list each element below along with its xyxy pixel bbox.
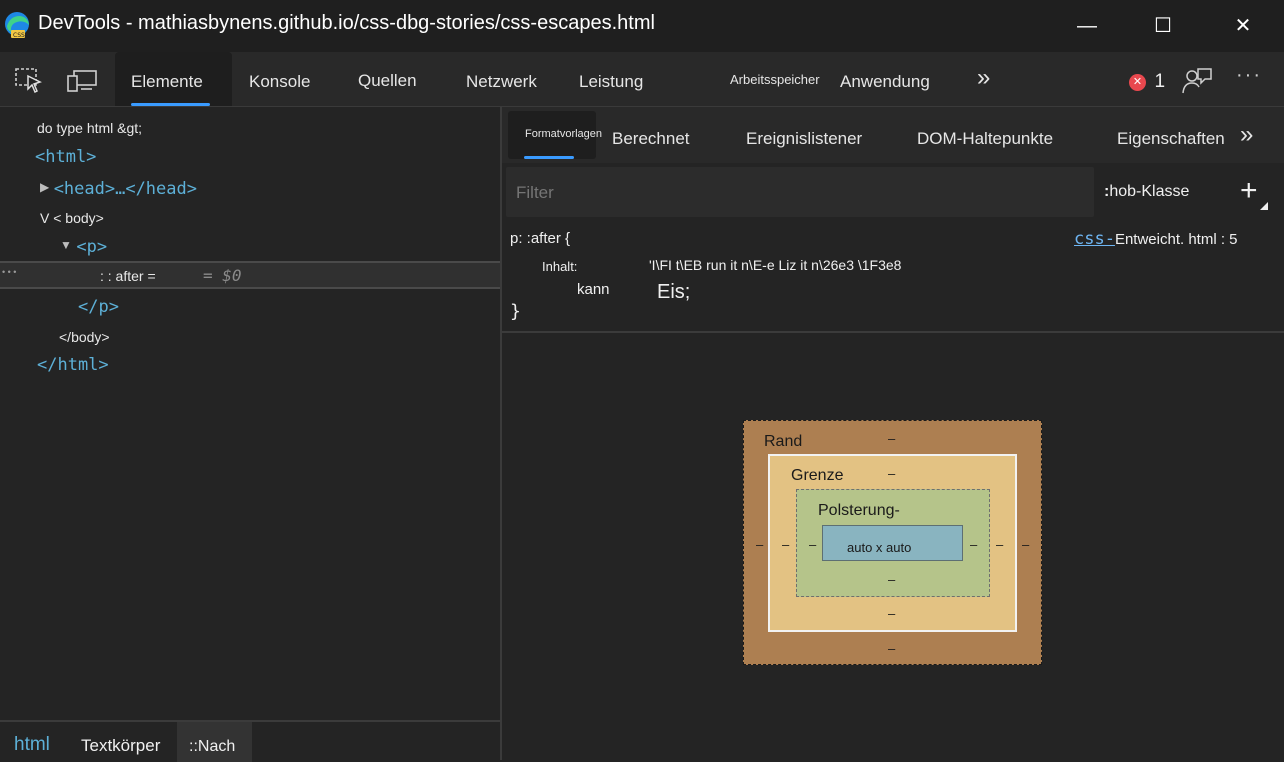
property-name-content[interactable]: Inhalt: xyxy=(542,259,577,274)
tab-netzwerk[interactable]: Netzwerk xyxy=(466,52,537,106)
p-node[interactable]: ▼ <p> xyxy=(60,237,107,257)
p-close-node[interactable]: </p> xyxy=(78,297,119,317)
hov-cls-label: hob-Klasse xyxy=(1109,183,1190,200)
breadcrumb-body[interactable]: Textkörper xyxy=(81,736,160,756)
styles-filter-input[interactable] xyxy=(506,167,1094,217)
elements-tree: do type html &gt; <html> ▶ <head>…</head… xyxy=(0,107,500,720)
body-close-node[interactable]: </body> xyxy=(59,329,110,345)
styles-subtabs: Formatvorlagen Berechnet Ereignislistene… xyxy=(502,107,1284,163)
tab-elemente[interactable]: Elemente xyxy=(115,52,232,106)
content-size[interactable]: auto x auto xyxy=(847,540,911,555)
after-pseudo-node: : : after = xyxy=(100,268,156,284)
tab-dom-haltepunkte[interactable]: DOM-Haltepunkte xyxy=(917,107,1053,163)
html-open-node[interactable]: <html> xyxy=(35,147,96,167)
padding-bottom-value[interactable]: – xyxy=(888,572,895,587)
html-close-node[interactable]: </html> xyxy=(37,355,109,375)
plus-icon: + xyxy=(1240,174,1258,207)
selected-row[interactable]: • • • : : after = = $0 xyxy=(0,261,500,289)
breadcrumb-html[interactable]: html xyxy=(14,734,50,756)
more-tabs-button[interactable]: » xyxy=(977,52,990,106)
tab-formatvorlagen-label: Formatvorlagen xyxy=(525,128,603,140)
inspect-icon[interactable] xyxy=(14,66,44,94)
margin-left-value[interactable]: – xyxy=(756,537,763,552)
tab-arbeitsspeicher[interactable]: Arbeitsspeicher xyxy=(730,52,820,106)
tab-quellen[interactable]: Quellen xyxy=(358,52,417,106)
title-bar: CSS DevTools - mathiasbynens.github.io/c… xyxy=(0,0,1284,52)
device-emulation-icon[interactable] xyxy=(66,68,98,94)
border-label: Grenze xyxy=(791,467,844,484)
breadcrumb-after[interactable]: ::Nach xyxy=(177,722,252,762)
new-style-rule-button[interactable]: + xyxy=(1240,174,1270,214)
head-node[interactable]: ▶ <head>…</head> xyxy=(40,179,197,199)
tab-eigenschaften[interactable]: Eigenschaften xyxy=(1117,107,1225,163)
error-count: 1 xyxy=(1154,71,1166,92)
border-right-value[interactable]: – xyxy=(996,537,1003,552)
p-node-label: <p> xyxy=(76,237,108,257)
rule-source-link[interactable]: css-Entweicht. html : 5 xyxy=(1074,229,1238,249)
body-node[interactable]: V < body> xyxy=(40,210,104,226)
tab-berechnet[interactable]: Berechnet xyxy=(612,107,690,163)
hov-cls-toggle[interactable]: :hob-Klasse xyxy=(1104,183,1189,201)
property-value-eis[interactable]: Eis; xyxy=(657,281,690,304)
error-badge[interactable]: ✕ 1 xyxy=(1129,71,1165,95)
feedback-icon[interactable] xyxy=(1181,66,1213,96)
rule-selector[interactable]: p: :after { xyxy=(510,230,570,247)
padding-right-value[interactable]: – xyxy=(970,537,977,552)
breadcrumb: html Textkörper ::Nach xyxy=(0,720,500,762)
property-name-kann[interactable]: kann xyxy=(577,281,610,298)
main-toolbar: Elemente Konsole Quellen Netzwerk Leistu… xyxy=(0,52,1284,107)
row-dots[interactable]: • • • xyxy=(2,267,16,277)
collapse-triangle-icon[interactable]: ▼ xyxy=(60,238,72,252)
margin-top-value[interactable]: – xyxy=(888,431,895,446)
dollar-zero-hint: = $0 xyxy=(203,266,242,285)
rule-source-link-prefix: css- xyxy=(1074,229,1115,249)
style-rules: p: :after { css-Entweicht. html : 5 Inha… xyxy=(502,221,1284,333)
margin-bottom-value[interactable]: – xyxy=(888,641,895,656)
active-subtab-indicator xyxy=(524,156,574,159)
padding-label: Polsterung- xyxy=(818,502,900,519)
tab-formatvorlagen[interactable]: Formatvorlagen xyxy=(508,111,602,159)
property-value-content[interactable]: 'I\FI t\EB run it n\E-e Liz it n\26e3 \1… xyxy=(649,257,901,273)
border-top-value[interactable]: – xyxy=(888,466,895,481)
border-bottom-value[interactable]: – xyxy=(888,606,895,621)
window-title: DevTools - mathiasbynens.github.io/css-d… xyxy=(38,12,655,34)
tab-leistung[interactable]: Leistung xyxy=(579,52,643,106)
svg-text:CSS: CSS xyxy=(13,32,25,39)
tab-anwendung[interactable]: Anwendung xyxy=(840,52,930,106)
head-node-label: <head>…</head> xyxy=(53,179,197,199)
rule-close-brace: } xyxy=(510,301,521,322)
doctype-node[interactable]: do type html &gt; xyxy=(37,120,142,136)
border-left-value[interactable]: – xyxy=(782,537,789,552)
margin-label: Rand xyxy=(764,433,803,450)
tab-ereignislistener[interactable]: Ereignislistener xyxy=(746,107,862,163)
rule-source-link-rest: Entweicht. html : 5 xyxy=(1114,231,1238,248)
maximize-button[interactable]: ☐ xyxy=(1133,0,1193,52)
padding-left-value[interactable]: – xyxy=(809,537,816,552)
minimize-button[interactable]: — xyxy=(1057,0,1117,52)
expand-triangle-icon[interactable]: ▶ xyxy=(40,180,49,194)
breadcrumb-after-label: ::Nach xyxy=(189,738,236,755)
edge-devtools-logo-icon: CSS xyxy=(2,10,32,40)
more-options-menu[interactable]: ··· xyxy=(1236,64,1262,87)
margin-right-value[interactable]: – xyxy=(1022,537,1029,552)
active-tab-indicator xyxy=(131,103,210,106)
more-subtabs-button[interactable]: » xyxy=(1240,107,1253,163)
close-window-button[interactable]: ✕ xyxy=(1213,0,1273,52)
tab-konsole[interactable]: Konsole xyxy=(249,52,310,106)
corner-triangle-icon xyxy=(1260,202,1268,210)
error-icon: ✕ xyxy=(1129,73,1146,91)
